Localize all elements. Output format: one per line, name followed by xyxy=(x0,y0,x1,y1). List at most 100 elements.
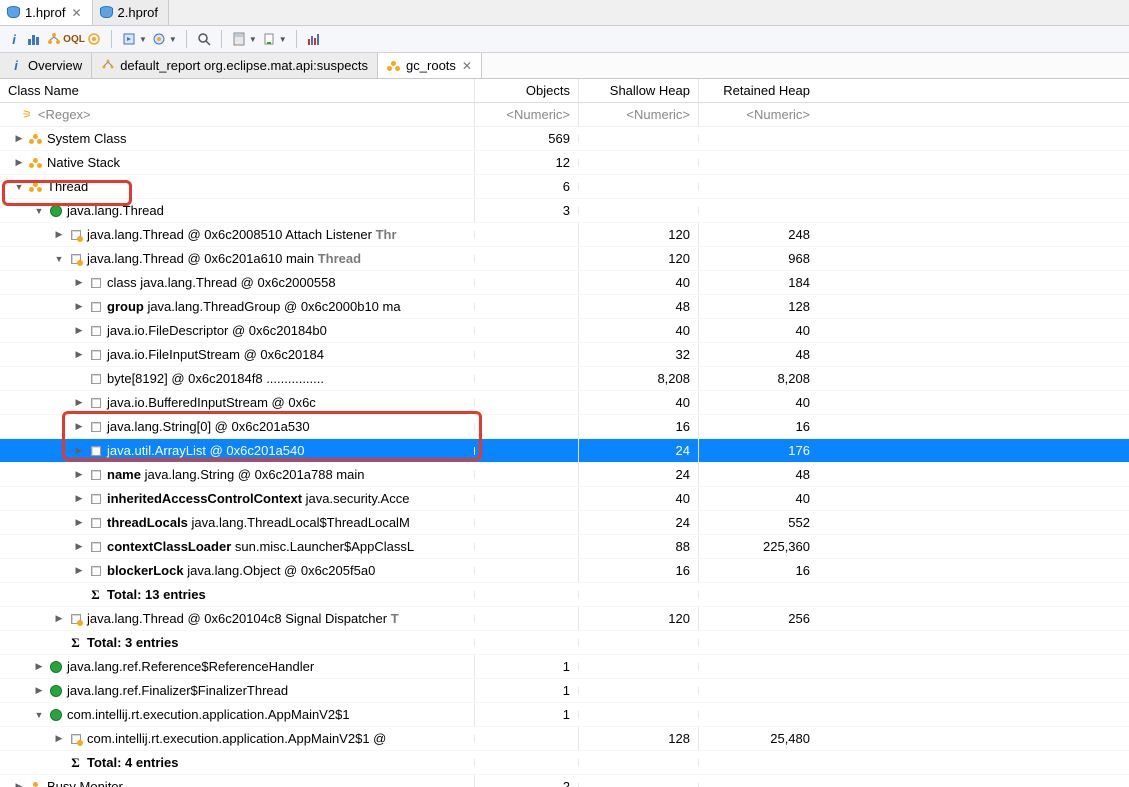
expand-icon[interactable]: ▶ xyxy=(72,493,86,504)
column-objects[interactable]: Objects xyxy=(474,79,578,102)
table-row[interactable]: ▶ byte[8192] @ 0x6c20184f8 .............… xyxy=(0,367,1129,391)
table-row[interactable]: ▶contextClassLoader sun.misc.Launcher$Ap… xyxy=(0,535,1129,559)
table-row[interactable]: ▶ΣTotal: 3 entries xyxy=(0,631,1129,655)
row-icon xyxy=(88,299,103,314)
table-row[interactable]: ▶java.lang.Thread @ 0x6c20104c8 Signal D… xyxy=(0,607,1129,631)
table-row[interactable]: ▶ java.io.BufferedInputStream @ 0x6c4040 xyxy=(0,391,1129,415)
expand-icon[interactable]: ▶ xyxy=(72,469,86,480)
row-icon xyxy=(88,443,103,458)
expand-icon[interactable]: ▶ xyxy=(12,157,26,168)
expand-icon[interactable]: ▶ xyxy=(72,397,86,408)
collapse-icon[interactable]: ▼ xyxy=(32,206,46,216)
column-shallow[interactable]: Shallow Heap xyxy=(578,79,698,102)
cell-retained: 40 xyxy=(698,391,818,414)
row-label: threadLocals java.lang.ThreadLocal$Threa… xyxy=(107,515,410,530)
filter-row: ⚞ <Regex> <Numeric> <Numeric> <Numeric> xyxy=(0,103,1129,127)
cell-shallow: 32 xyxy=(578,343,698,366)
tab-default-report[interactable]: default_report org.eclipse.mat.api:suspe… xyxy=(92,53,378,78)
filter-retained[interactable]: <Numeric> xyxy=(698,103,818,126)
table-row[interactable]: ▼Thread6 xyxy=(0,175,1129,199)
dropdown-icon[interactable]: ▼ xyxy=(249,35,257,44)
table-row[interactable]: ▶ java.lang.String[0] @ 0x6c201a5301616 xyxy=(0,415,1129,439)
collapse-icon[interactable]: ▼ xyxy=(52,254,66,264)
table-row[interactable]: ▶ class java.lang.Thread @ 0x6c200055840… xyxy=(0,271,1129,295)
table-row[interactable]: ▶inheritedAccessControlContext java.secu… xyxy=(0,487,1129,511)
table-row[interactable]: ▶ΣTotal: 4 entries xyxy=(0,751,1129,775)
table-row[interactable]: ▶ java.lang.Thread @ 0x6c2008510 Attach L… xyxy=(0,223,1129,247)
cell-objects xyxy=(474,327,578,335)
dominator-tree-icon[interactable] xyxy=(46,31,62,47)
cell-objects: 12 xyxy=(474,151,578,174)
cell-shallow xyxy=(578,663,698,671)
calculator-icon[interactable] xyxy=(231,31,247,47)
histogram-icon[interactable] xyxy=(26,31,42,47)
expand-icon[interactable]: ▶ xyxy=(52,229,66,240)
filter-shallow[interactable]: <Numeric> xyxy=(578,103,698,126)
tab-overview[interactable]: i Overview xyxy=(0,53,92,78)
table-row[interactable]: ▶group java.lang.ThreadGroup @ 0x6c2000b… xyxy=(0,295,1129,319)
table-row[interactable]: ▶ java.io.FileDescriptor @ 0x6c20184b040… xyxy=(0,319,1129,343)
expand-icon[interactable]: ▶ xyxy=(32,661,46,672)
table-row[interactable]: ▶java.lang.ref.Reference$ReferenceHandle… xyxy=(0,655,1129,679)
table-row[interactable]: ▼java.lang.Thread3 xyxy=(0,199,1129,223)
expand-icon[interactable]: ▶ xyxy=(52,733,66,744)
query-browser-icon[interactable] xyxy=(151,31,167,47)
table-row[interactable]: ▼java.lang.Thread @ 0x6c201a610 main Thr… xyxy=(0,247,1129,271)
column-retained[interactable]: Retained Heap xyxy=(698,79,818,102)
table-row[interactable]: ▶ java.util.ArrayList @ 0x6c201a54024176 xyxy=(0,439,1129,463)
file-tab-2[interactable]: 2.hprof xyxy=(93,0,169,25)
table-row[interactable]: ▶Busy Monitor2 xyxy=(0,775,1129,787)
separator xyxy=(186,30,187,48)
cell-retained: 248 xyxy=(698,223,818,246)
expand-icon[interactable]: ▶ xyxy=(72,277,86,288)
close-icon[interactable]: ✕ xyxy=(71,6,81,20)
expand-icon[interactable]: ▶ xyxy=(72,517,86,528)
close-icon[interactable]: ✕ xyxy=(462,59,472,73)
run-report-icon[interactable] xyxy=(121,31,137,47)
table-row[interactable]: ▶java.lang.ref.Finalizer$FinalizerThread… xyxy=(0,679,1129,703)
expand-icon[interactable]: ▶ xyxy=(72,541,86,552)
table-row[interactable]: ▶name java.lang.String @ 0x6c201a788 mai… xyxy=(0,463,1129,487)
row-label: java.lang.Thread @ 0x6c2008510 Attach Li… xyxy=(87,227,397,242)
table-row[interactable]: ▶com.intellij.rt.execution.application.A… xyxy=(0,727,1129,751)
filter-classname[interactable]: ⚞ <Regex> xyxy=(0,103,474,126)
expand-icon[interactable]: ▶ xyxy=(72,565,86,576)
export-icon[interactable] xyxy=(261,31,277,47)
expand-icon[interactable]: ▶ xyxy=(72,349,86,360)
dropdown-icon[interactable]: ▼ xyxy=(169,35,177,44)
row-label: Native Stack xyxy=(47,155,120,170)
expand-icon[interactable]: ▶ xyxy=(72,421,86,432)
column-classname[interactable]: Class Name xyxy=(0,79,474,102)
filter-objects[interactable]: <Numeric> xyxy=(474,103,578,126)
search-icon[interactable] xyxy=(196,31,212,47)
table-row[interactable]: ▶blockerLock java.lang.Object @ 0x6c205f… xyxy=(0,559,1129,583)
cell-retained xyxy=(698,159,818,167)
expand-icon[interactable]: ▶ xyxy=(12,133,26,144)
table-row[interactable]: ▶System Class569 xyxy=(0,127,1129,151)
dropdown-icon[interactable]: ▼ xyxy=(139,35,147,44)
expand-icon[interactable]: ▶ xyxy=(12,781,26,787)
row-label: byte[8192] @ 0x6c20184f8 ...............… xyxy=(107,371,324,386)
expand-icon[interactable]: ▶ xyxy=(52,613,66,624)
grouped-histogram-icon[interactable] xyxy=(306,31,322,47)
expand-icon[interactable]: ▶ xyxy=(32,685,46,696)
table-row[interactable]: ▶ java.io.FileInputStream @ 0x6c20184324… xyxy=(0,343,1129,367)
table-row[interactable]: ▶ threadLocals java.lang.ThreadLocal$Thre… xyxy=(0,511,1129,535)
row-icon xyxy=(88,515,103,530)
thread-icon[interactable] xyxy=(86,31,102,47)
table-row[interactable]: ▼com.intellij.rt.execution.application.A… xyxy=(0,703,1129,727)
oql-icon[interactable]: OQL xyxy=(66,31,82,47)
cell-shallow xyxy=(578,759,698,767)
collapse-icon[interactable]: ▼ xyxy=(32,710,46,720)
collapse-icon[interactable]: ▼ xyxy=(12,182,26,192)
expand-icon[interactable]: ▶ xyxy=(72,301,86,312)
tab-gc-roots[interactable]: gc_roots ✕ xyxy=(378,53,482,78)
dropdown-icon[interactable]: ▼ xyxy=(279,35,287,44)
table-row[interactable]: ▶ΣTotal: 13 entries xyxy=(0,583,1129,607)
table-row[interactable]: ▶ Native Stack 12 xyxy=(0,151,1129,175)
info-icon[interactable]: i xyxy=(6,31,22,47)
cell-shallow: 24 xyxy=(578,511,698,534)
expand-icon[interactable]: ▶ xyxy=(72,445,86,456)
file-tab-1[interactable]: 1.hprof ✕ xyxy=(0,0,93,25)
expand-icon[interactable]: ▶ xyxy=(72,325,86,336)
